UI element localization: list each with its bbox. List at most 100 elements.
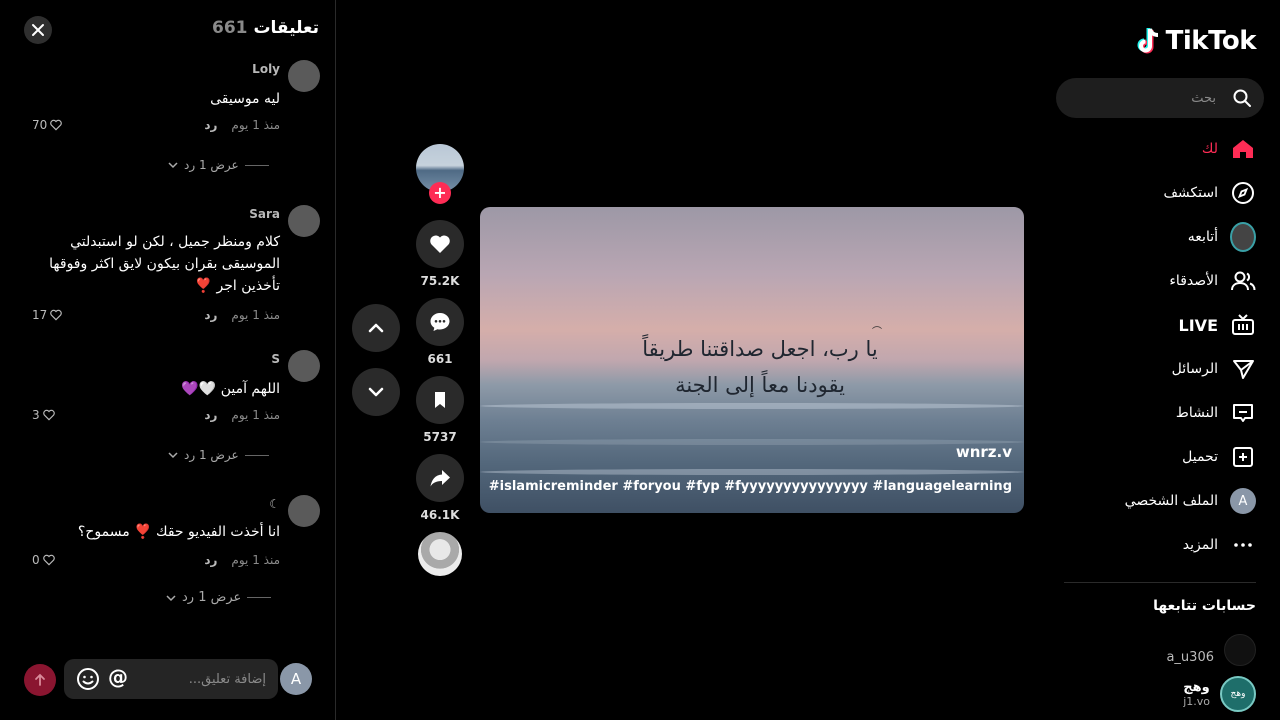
comment-action: 661 [416,298,464,366]
heart-icon [430,235,450,253]
commenter-avatar[interactable] [288,60,320,92]
mention-at-icon[interactable]: @ [108,665,128,689]
comment-meta: منذ 1 يوم رد [204,408,280,422]
next-video-button[interactable] [352,368,400,416]
account-handle: j1.vo [1183,695,1210,708]
bookmark-icon [435,392,445,408]
reply-button[interactable]: رد [204,408,217,422]
video-hashtags[interactable]: #islamicreminder #foryou #fyp #fyyyyyyyy… [489,479,1012,494]
logo-text: TikTok [1165,26,1257,56]
view-replies-button[interactable]: عرض 1 رد [168,158,269,172]
comment-like-button[interactable]: 0 [32,553,56,567]
nav-upload[interactable]: تحميل [1182,441,1256,473]
comment-button[interactable] [416,298,464,346]
nav-for-you[interactable]: لك [1202,133,1256,165]
view-replies-button[interactable]: عرض 1 رد [168,448,269,462]
save-button[interactable] [416,376,464,424]
comment-text: اللهم آمين 🤍💜 [181,381,280,397]
video-author-handle[interactable]: wnrz.v [956,443,1012,461]
nav-label: تحميل [1182,449,1218,465]
nav-label: الرسائل [1171,361,1218,377]
smiley-icon [77,668,99,690]
nav-label: لك [1201,141,1218,157]
like-count: 3 [32,408,40,422]
paper-plane-icon [1230,356,1256,382]
comment-text: كلام ومنظر جميل ، لكن لو استبدلتي الموسي… [49,234,280,294]
followed-account[interactable]: a_u306 [1166,634,1256,666]
comment-author[interactable]: ☾ [269,497,280,511]
reply-button[interactable]: رد [204,553,217,567]
commenter-avatar[interactable] [288,350,320,382]
activity-icon [1230,400,1256,426]
comment-time: منذ 1 يوم [231,408,280,422]
emoji-button[interactable] [76,667,100,691]
comments-panel: تعليقات 661 Loly ليه موسيقى منذ 1 يوم رد… [0,0,336,720]
wave-decoration [480,439,1024,445]
my-avatar[interactable]: A [280,663,312,695]
tiktok-logo[interactable]: TikTok [1136,26,1257,56]
comment-like-button[interactable]: 17 [32,308,63,322]
nav-label: النشاط [1175,405,1218,421]
like-count: 17 [32,308,48,322]
send-comment-button[interactable] [24,664,56,696]
account-avatar [1224,634,1256,666]
share-button[interactable] [416,454,464,502]
account-info: وهج j1.vo [1183,680,1210,708]
chevron-down-icon [168,162,178,169]
heart-outline-icon [50,309,63,321]
comments-title: تعليقات 661 [212,18,319,38]
chevron-up-icon [368,323,384,333]
comments-title-label: تعليقات [253,18,319,38]
nav-profile[interactable]: A الملف الشخصي [1125,485,1256,517]
account-avatar: وهج [1220,676,1256,712]
video-player[interactable]: ⌒ يا رب، اجعل صداقتنا طريقاً يقودنا معاً… [480,207,1024,513]
search-icon[interactable] [1232,88,1252,112]
nav-label: LIVE [1178,315,1218,335]
like-button[interactable] [416,220,464,268]
comment-author[interactable]: S [271,352,280,366]
follow-button[interactable]: + [429,182,451,204]
search-bar[interactable] [1056,78,1264,118]
nav-explore[interactable]: استكشف [1163,177,1256,209]
like-count: 75.2K [420,274,460,288]
view-replies-label: عرض 1 رد [184,448,239,462]
commenter-avatar[interactable] [288,205,320,237]
nav-following[interactable]: أتابعه [1188,221,1256,253]
comment-time: منذ 1 يوم [231,308,280,322]
like-count: 0 [32,553,40,567]
nav-label: أتابعه [1187,229,1218,245]
nav-live[interactable]: LIVE [1179,309,1256,341]
view-replies-button[interactable]: عرض 1 رد [166,590,272,605]
comment-author[interactable]: Sara [249,207,280,221]
close-comments-button[interactable] [24,16,52,44]
heart-outline-icon [42,554,55,566]
comment-like-button[interactable]: 3 [32,408,56,422]
arrow-up-icon [35,673,45,686]
nav-activity[interactable]: النشاط [1176,397,1256,429]
tiktok-note-icon [1137,28,1158,54]
comment-text: ليه موسيقى [210,91,280,107]
nav-label: الملف الشخصي [1124,493,1218,509]
more-dots-icon [1230,532,1256,558]
nav-label: استكشف [1163,185,1218,201]
comment-item: ☾ انا أخذت الفيديو حقك ❣️ مسموح؟ منذ 1 ي… [24,495,320,575]
sidebar: TikTok لك استكشف أتابعه الأصدقاء LIVE ال… [1040,0,1280,720]
nav-more[interactable]: المزيد [1183,529,1256,561]
like-action: 75.2K [416,220,464,288]
followed-account[interactable]: وهج وهج j1.vo [1183,676,1256,712]
comments-count: 661 [212,18,248,38]
reply-button[interactable]: رد [204,118,217,132]
view-replies-label: عرض 1 رد [184,158,239,172]
video-caption-overlay: يا رب، اجعل صداقتنا طريقاً يقودنا معاً إ… [642,337,878,397]
nav-friends[interactable]: الأصدقاء [1169,265,1256,297]
comment-author[interactable]: Loly [252,62,280,76]
commenter-avatar[interactable] [288,495,320,527]
close-icon [32,24,44,36]
sound-disc-avatar[interactable] [418,532,462,576]
previous-video-button[interactable] [352,304,400,352]
nav-messages[interactable]: الرسائل [1172,353,1256,385]
comment-like-button[interactable]: 70 [32,118,63,132]
share-count: 46.1K [420,508,460,522]
nav-label: الأصدقاء [1169,273,1218,289]
reply-button[interactable]: رد [204,308,217,322]
